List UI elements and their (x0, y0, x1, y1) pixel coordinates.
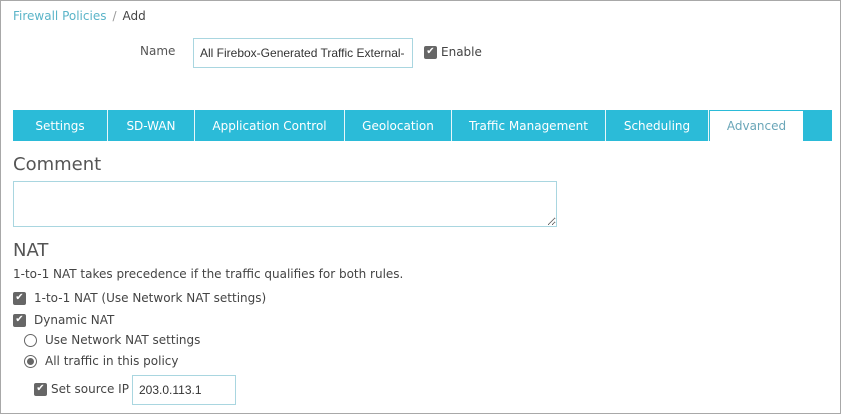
tab-scheduling[interactable]: Scheduling (606, 110, 709, 141)
enable-checkbox[interactable]: ✔ Enable (424, 45, 482, 59)
radio-unselected-icon (24, 333, 37, 347)
enable-label: Enable (441, 45, 482, 59)
comment-heading: Comment (13, 154, 102, 175)
tab-geolocation[interactable]: Geolocation (345, 110, 452, 141)
tab-settings[interactable]: Settings (13, 110, 108, 141)
tab-application-control[interactable]: Application Control (195, 110, 345, 141)
breadcrumb-separator: / (112, 9, 117, 23)
all-traffic-radio[interactable]: All traffic in this policy (24, 354, 179, 368)
dynamic-nat-checkbox[interactable]: ✔ Dynamic NAT (13, 313, 114, 327)
all-traffic-label: All traffic in this policy (45, 354, 179, 368)
radio-selected-icon (24, 354, 37, 368)
checkbox-checked-icon: ✔ (13, 313, 26, 327)
nat-note: 1-to-1 NAT takes precedence if the traff… (13, 267, 404, 281)
tab-advanced[interactable]: Advanced (709, 110, 804, 141)
use-network-nat-radio[interactable]: Use Network NAT settings (24, 333, 200, 347)
tab-bar: Settings SD-WAN Application Control Geol… (13, 110, 832, 141)
name-label: Name (140, 44, 176, 58)
comment-textarea[interactable] (13, 181, 557, 227)
name-input[interactable]: All Firebox-Generated Traffic External- (193, 38, 413, 68)
checkbox-checked-icon: ✔ (424, 45, 437, 59)
tab-sd-wan[interactable]: SD-WAN (108, 110, 195, 141)
checkbox-checked-icon: ✔ (34, 382, 47, 396)
breadcrumb-firewall-policies[interactable]: Firewall Policies (13, 9, 106, 23)
one-to-one-nat-label: 1-to-1 NAT (Use Network NAT settings) (34, 291, 267, 305)
breadcrumb: Firewall Policies / Add (13, 9, 146, 23)
set-source-ip-checkbox[interactable]: ✔ Set source IP (34, 382, 129, 396)
one-to-one-nat-checkbox[interactable]: ✔ 1-to-1 NAT (Use Network NAT settings) (13, 291, 266, 305)
set-source-ip-label: Set source IP (51, 382, 129, 396)
breadcrumb-current: Add (122, 9, 146, 23)
tab-traffic-management[interactable]: Traffic Management (452, 110, 606, 141)
dynamic-nat-label: Dynamic NAT (34, 313, 115, 327)
nat-heading: NAT (13, 240, 49, 261)
checkbox-checked-icon: ✔ (13, 291, 26, 305)
source-ip-input[interactable]: 203.0.113.1 (132, 375, 236, 405)
use-network-nat-label: Use Network NAT settings (45, 333, 201, 347)
